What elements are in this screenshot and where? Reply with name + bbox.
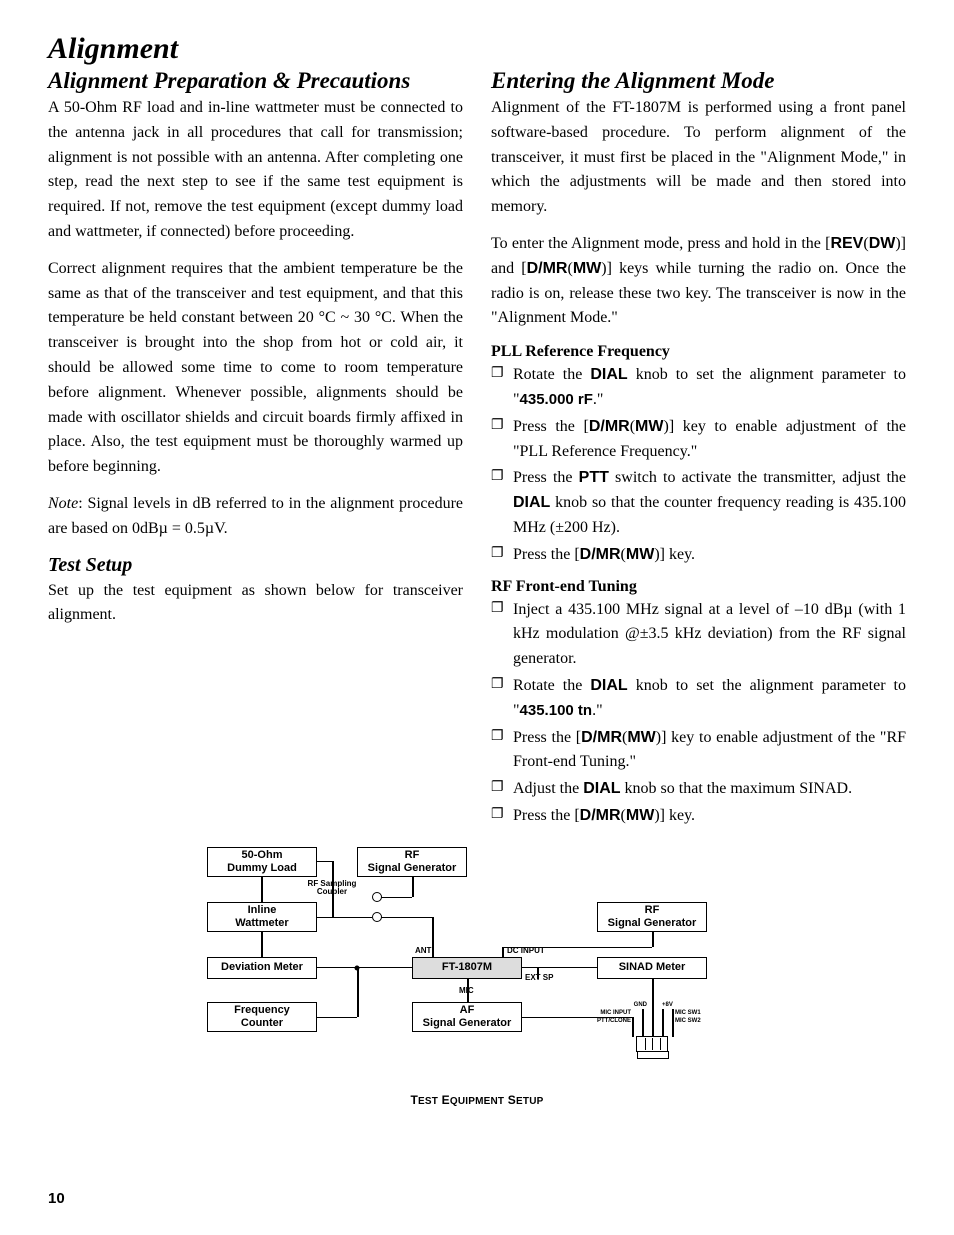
label-mic: MIC — [459, 987, 474, 995]
list-item: Press the [D/MR(MW)] key to enable adjus… — [491, 726, 906, 776]
label-mic-input: MIC INPUT — [595, 1010, 631, 1016]
list-pll: Rotate the DIAL knob to set the alignmen… — [491, 363, 906, 567]
list-item: Press the PTT switch to activate the tra… — [491, 466, 906, 540]
box-af-gen: AFSignal Generator — [412, 1002, 522, 1032]
box-dummy-load: 50-OhmDummy Load — [207, 847, 317, 877]
para-prep-1: A 50-Ohm RF load and in-line wattmeter m… — [48, 96, 463, 245]
test-equipment-diagram: 50-OhmDummy Load RFSignal Generator RF S… — [197, 847, 757, 1107]
label-8v: +8V — [662, 1002, 673, 1008]
box-inline-wattmeter: InlineWattmeter — [207, 902, 317, 932]
box-rf-gen-right: RFSignal Generator — [597, 902, 707, 932]
label-mic-sw1: MIC SW1 — [675, 1010, 701, 1016]
list-item: Adjust the DIAL knob so that the maximum… — [491, 777, 906, 802]
subhead-rf: RF Front-end Tuning — [491, 578, 906, 596]
list-item: Inject a 435.100 MHz signal at a level o… — [491, 598, 906, 672]
right-column: Entering the Alignment Mode Alignment of… — [491, 68, 906, 839]
heading-test-setup: Test Setup — [48, 554, 463, 577]
label-mic-sw2: MIC SW2 — [675, 1018, 701, 1024]
left-column: Alignment Preparation & Precautions A 50… — [48, 68, 463, 839]
list-item: Rotate the DIAL knob to set the alignmen… — [491, 363, 906, 413]
para-note: Note: Signal levels in dB referred to in… — [48, 492, 463, 542]
label-dc-input: DC INPUT — [507, 947, 545, 955]
label-gnd: GND — [627, 1002, 647, 1008]
page-title: Alignment — [48, 32, 906, 66]
list-item: Press the [D/MR(MW)] key. — [491, 804, 906, 829]
label-ant: ANT — [415, 947, 431, 955]
label-ptt-clone: PTT/CLONE — [591, 1018, 631, 1024]
label-ext-sp: EXT SP — [525, 974, 553, 982]
list-item: Rotate the DIAL knob to set the alignmen… — [491, 674, 906, 724]
page-number: 10 — [48, 1190, 65, 1207]
para-prep-2: Correct alignment requires that the ambi… — [48, 257, 463, 480]
para-test-setup: Set up the test equipment as shown below… — [48, 579, 463, 629]
subhead-pll: PLL Reference Frequency — [491, 343, 906, 361]
list-item: Press the [D/MR(MW)] key. — [491, 543, 906, 568]
box-deviation-meter: Deviation Meter — [207, 957, 317, 979]
list-rf: Inject a 435.100 MHz signal at a level o… — [491, 598, 906, 829]
box-rf-gen-top: RFSignal Generator — [357, 847, 467, 877]
list-item: Press the [D/MR(MW)] key to enable adjus… — [491, 415, 906, 465]
box-ft1807m: FT-1807M — [412, 957, 522, 979]
heading-enter-mode: Entering the Alignment Mode — [491, 68, 906, 94]
mic-connector-icon — [636, 1036, 668, 1052]
note-text: : Signal levels in dB referred to in the… — [48, 495, 463, 537]
box-sinad-meter: SINAD Meter — [597, 957, 707, 979]
para-enter-2: To enter the Alignment mode, press and h… — [491, 232, 906, 331]
para-enter-1: Alignment of the FT-1807M is performed u… — [491, 96, 906, 220]
note-label: Note — [48, 495, 78, 512]
heading-prep: Alignment Preparation & Precautions — [48, 68, 463, 94]
diagram-caption: TEST EQUIPMENT SETUP — [197, 1093, 757, 1107]
box-freq-counter: FrequencyCounter — [207, 1002, 317, 1032]
